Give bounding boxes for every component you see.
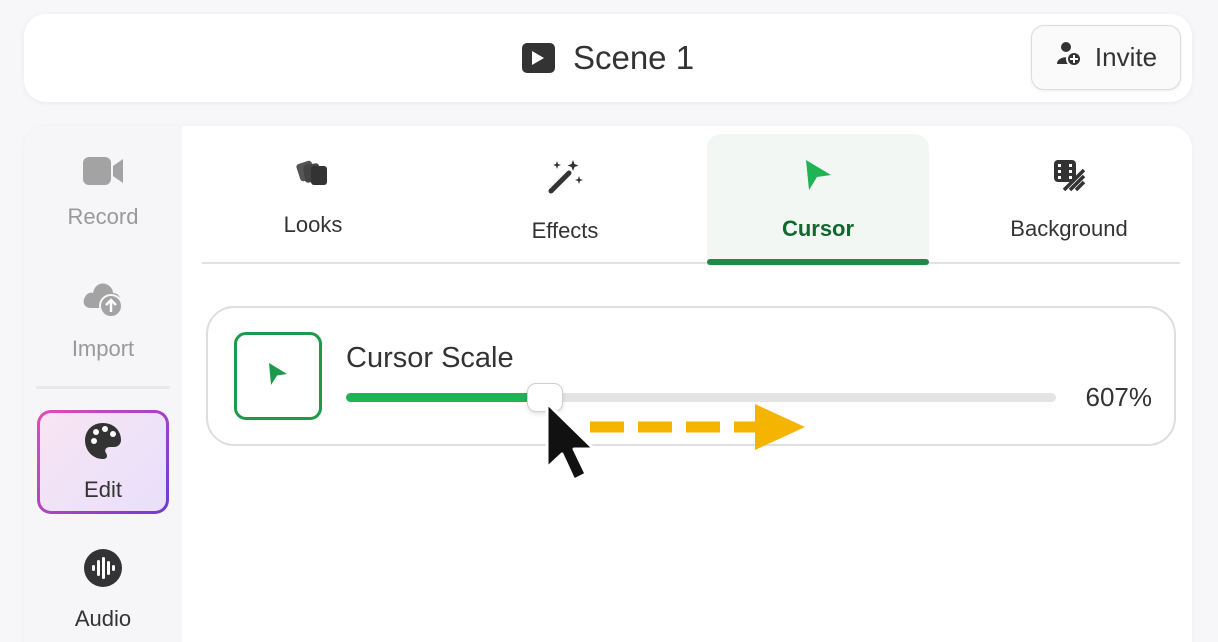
- cursor-scale-card: Cursor Scale 607%: [206, 306, 1176, 446]
- cursor-scale-value: 607%: [1085, 382, 1153, 412]
- sidebar-item-label: Import: [71, 336, 135, 361]
- top-bar: Scene 1 Invite: [24, 14, 1192, 102]
- cursor-arrow-icon: [803, 158, 833, 198]
- sidebar-divider: [36, 386, 170, 389]
- tabs-divider: [202, 262, 1180, 264]
- sidebar-item-label: Record: [67, 204, 139, 229]
- tab-label: Looks: [283, 212, 343, 237]
- tab-effects[interactable]: Effects: [454, 134, 676, 266]
- tab-label: Cursor: [781, 216, 855, 241]
- sidebar: Record Import Edit Audio: [24, 126, 182, 642]
- sidebar-item-label: Audio: [74, 606, 132, 631]
- main-panel: Record Import Edit Audio Looks Effects C…: [24, 126, 1192, 642]
- stacked-layers-icon: [296, 158, 330, 194]
- tab-label: Effects: [531, 218, 599, 243]
- sidebar-item-edit[interactable]: Edit: [37, 410, 169, 514]
- scene-title-group: Scene 1: [24, 14, 1192, 102]
- add-user-icon: [1055, 40, 1083, 75]
- active-tab-indicator: [707, 259, 929, 265]
- scene-title: Scene 1: [572, 39, 695, 76]
- tab-label: Background: [1010, 216, 1128, 241]
- tab-looks[interactable]: Looks: [202, 134, 424, 266]
- invite-label: Invite: [1094, 42, 1158, 72]
- invite-button[interactable]: Invite: [1031, 25, 1181, 90]
- magic-wand-icon: [547, 158, 583, 200]
- cursor-preview-box: [234, 332, 322, 420]
- cursor-scale-slider[interactable]: [346, 383, 1056, 412]
- cursor-scale-title: Cursor Scale: [346, 342, 514, 374]
- sidebar-item-label: Edit: [84, 477, 122, 502]
- audio-waveform-icon: [83, 548, 123, 594]
- background-pattern-icon: [1052, 158, 1086, 198]
- sidebar-item-record[interactable]: Record: [24, 156, 182, 230]
- slider-thumb[interactable]: [526, 383, 563, 412]
- palette-icon: [83, 421, 123, 467]
- slider-fill: [346, 393, 545, 402]
- cloud-upload-icon: [81, 278, 125, 324]
- sidebar-item-import[interactable]: Import: [24, 278, 182, 362]
- video-camera-icon: [82, 156, 124, 192]
- sidebar-item-audio[interactable]: Audio: [24, 548, 182, 632]
- cursor-arrow-icon: [267, 362, 289, 391]
- play-icon: [521, 43, 555, 73]
- tab-cursor[interactable]: Cursor: [707, 134, 929, 266]
- tab-background[interactable]: Background: [958, 134, 1180, 266]
